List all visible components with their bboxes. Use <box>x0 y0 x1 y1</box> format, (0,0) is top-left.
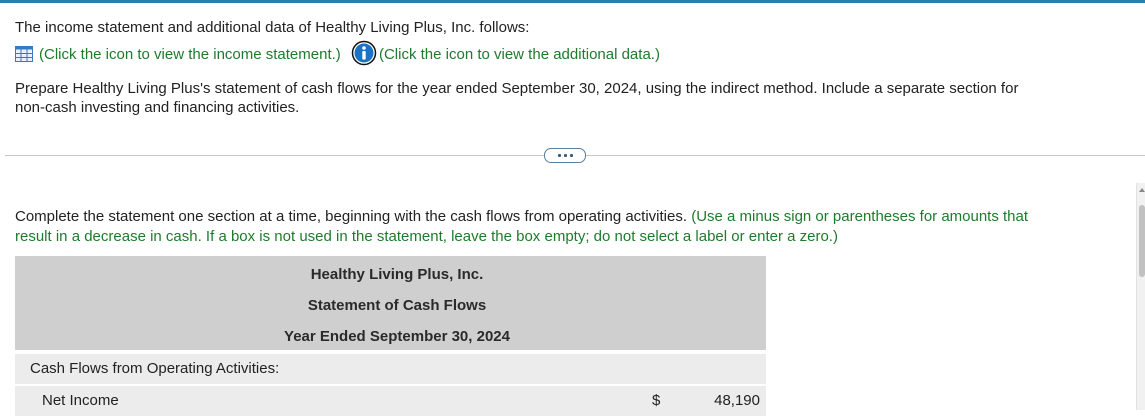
expand-more-button[interactable] <box>544 148 586 163</box>
statement-header: Healthy Living Plus, Inc. Statement of C… <box>15 256 766 350</box>
scroll-up-arrow-icon[interactable] <box>1139 188 1145 192</box>
cash-flow-statement-table: Healthy Living Plus, Inc. Statement of C… <box>15 256 766 416</box>
statement-title: Statement of Cash Flows <box>307 297 487 314</box>
additional-data-link-text[interactable]: (Click the icon to view the additional d… <box>379 46 660 63</box>
complete-instructions-line-1: Complete the statement one section at a … <box>15 208 1028 225</box>
additional-data-link[interactable]: (Click the icon to view the additional d… <box>345 40 660 66</box>
net-income-label: Net Income <box>42 392 119 409</box>
section-operating-label: Cash Flows from Operating Activities: <box>30 360 280 377</box>
vertical-scrollbar[interactable] <box>1136 183 1145 410</box>
currency-symbol: $ <box>652 392 661 409</box>
instructions-line-2: non-cash investing and financing activit… <box>15 99 300 116</box>
table-grid-icon[interactable] <box>15 46 33 62</box>
resource-links-row: (Click the icon to view the income state… <box>15 40 660 66</box>
intro-text: The income statement and additional data… <box>15 19 530 36</box>
income-statement-link[interactable]: (Click the icon to view the income state… <box>15 46 345 63</box>
section-operating-row: Cash Flows from Operating Activities: <box>15 354 766 384</box>
income-statement-link-text[interactable]: (Click the icon to view the income state… <box>39 46 341 63</box>
info-icon[interactable] <box>351 40 377 66</box>
company-name: Healthy Living Plus, Inc. <box>310 266 484 283</box>
ellipsis-icon <box>557 154 561 157</box>
top-accent-bar <box>0 0 1145 3</box>
instructions-line-1: Prepare Healthy Living Plus's statement … <box>15 80 1019 97</box>
scrollbar-thumb[interactable] <box>1139 205 1145 277</box>
statement-period: Year Ended September 30, 2024 <box>284 328 510 345</box>
complete-instructions-hint: (Use a minus sign or parentheses for amo… <box>691 208 1029 225</box>
complete-instructions-line-2: result in a decrease in cash. If a box i… <box>15 228 838 245</box>
complete-instructions-text: Complete the statement one section at a … <box>15 208 688 225</box>
net-income-value: 48,190 <box>714 392 760 409</box>
net-income-row: Net Income $ 48,190 <box>15 386 766 416</box>
